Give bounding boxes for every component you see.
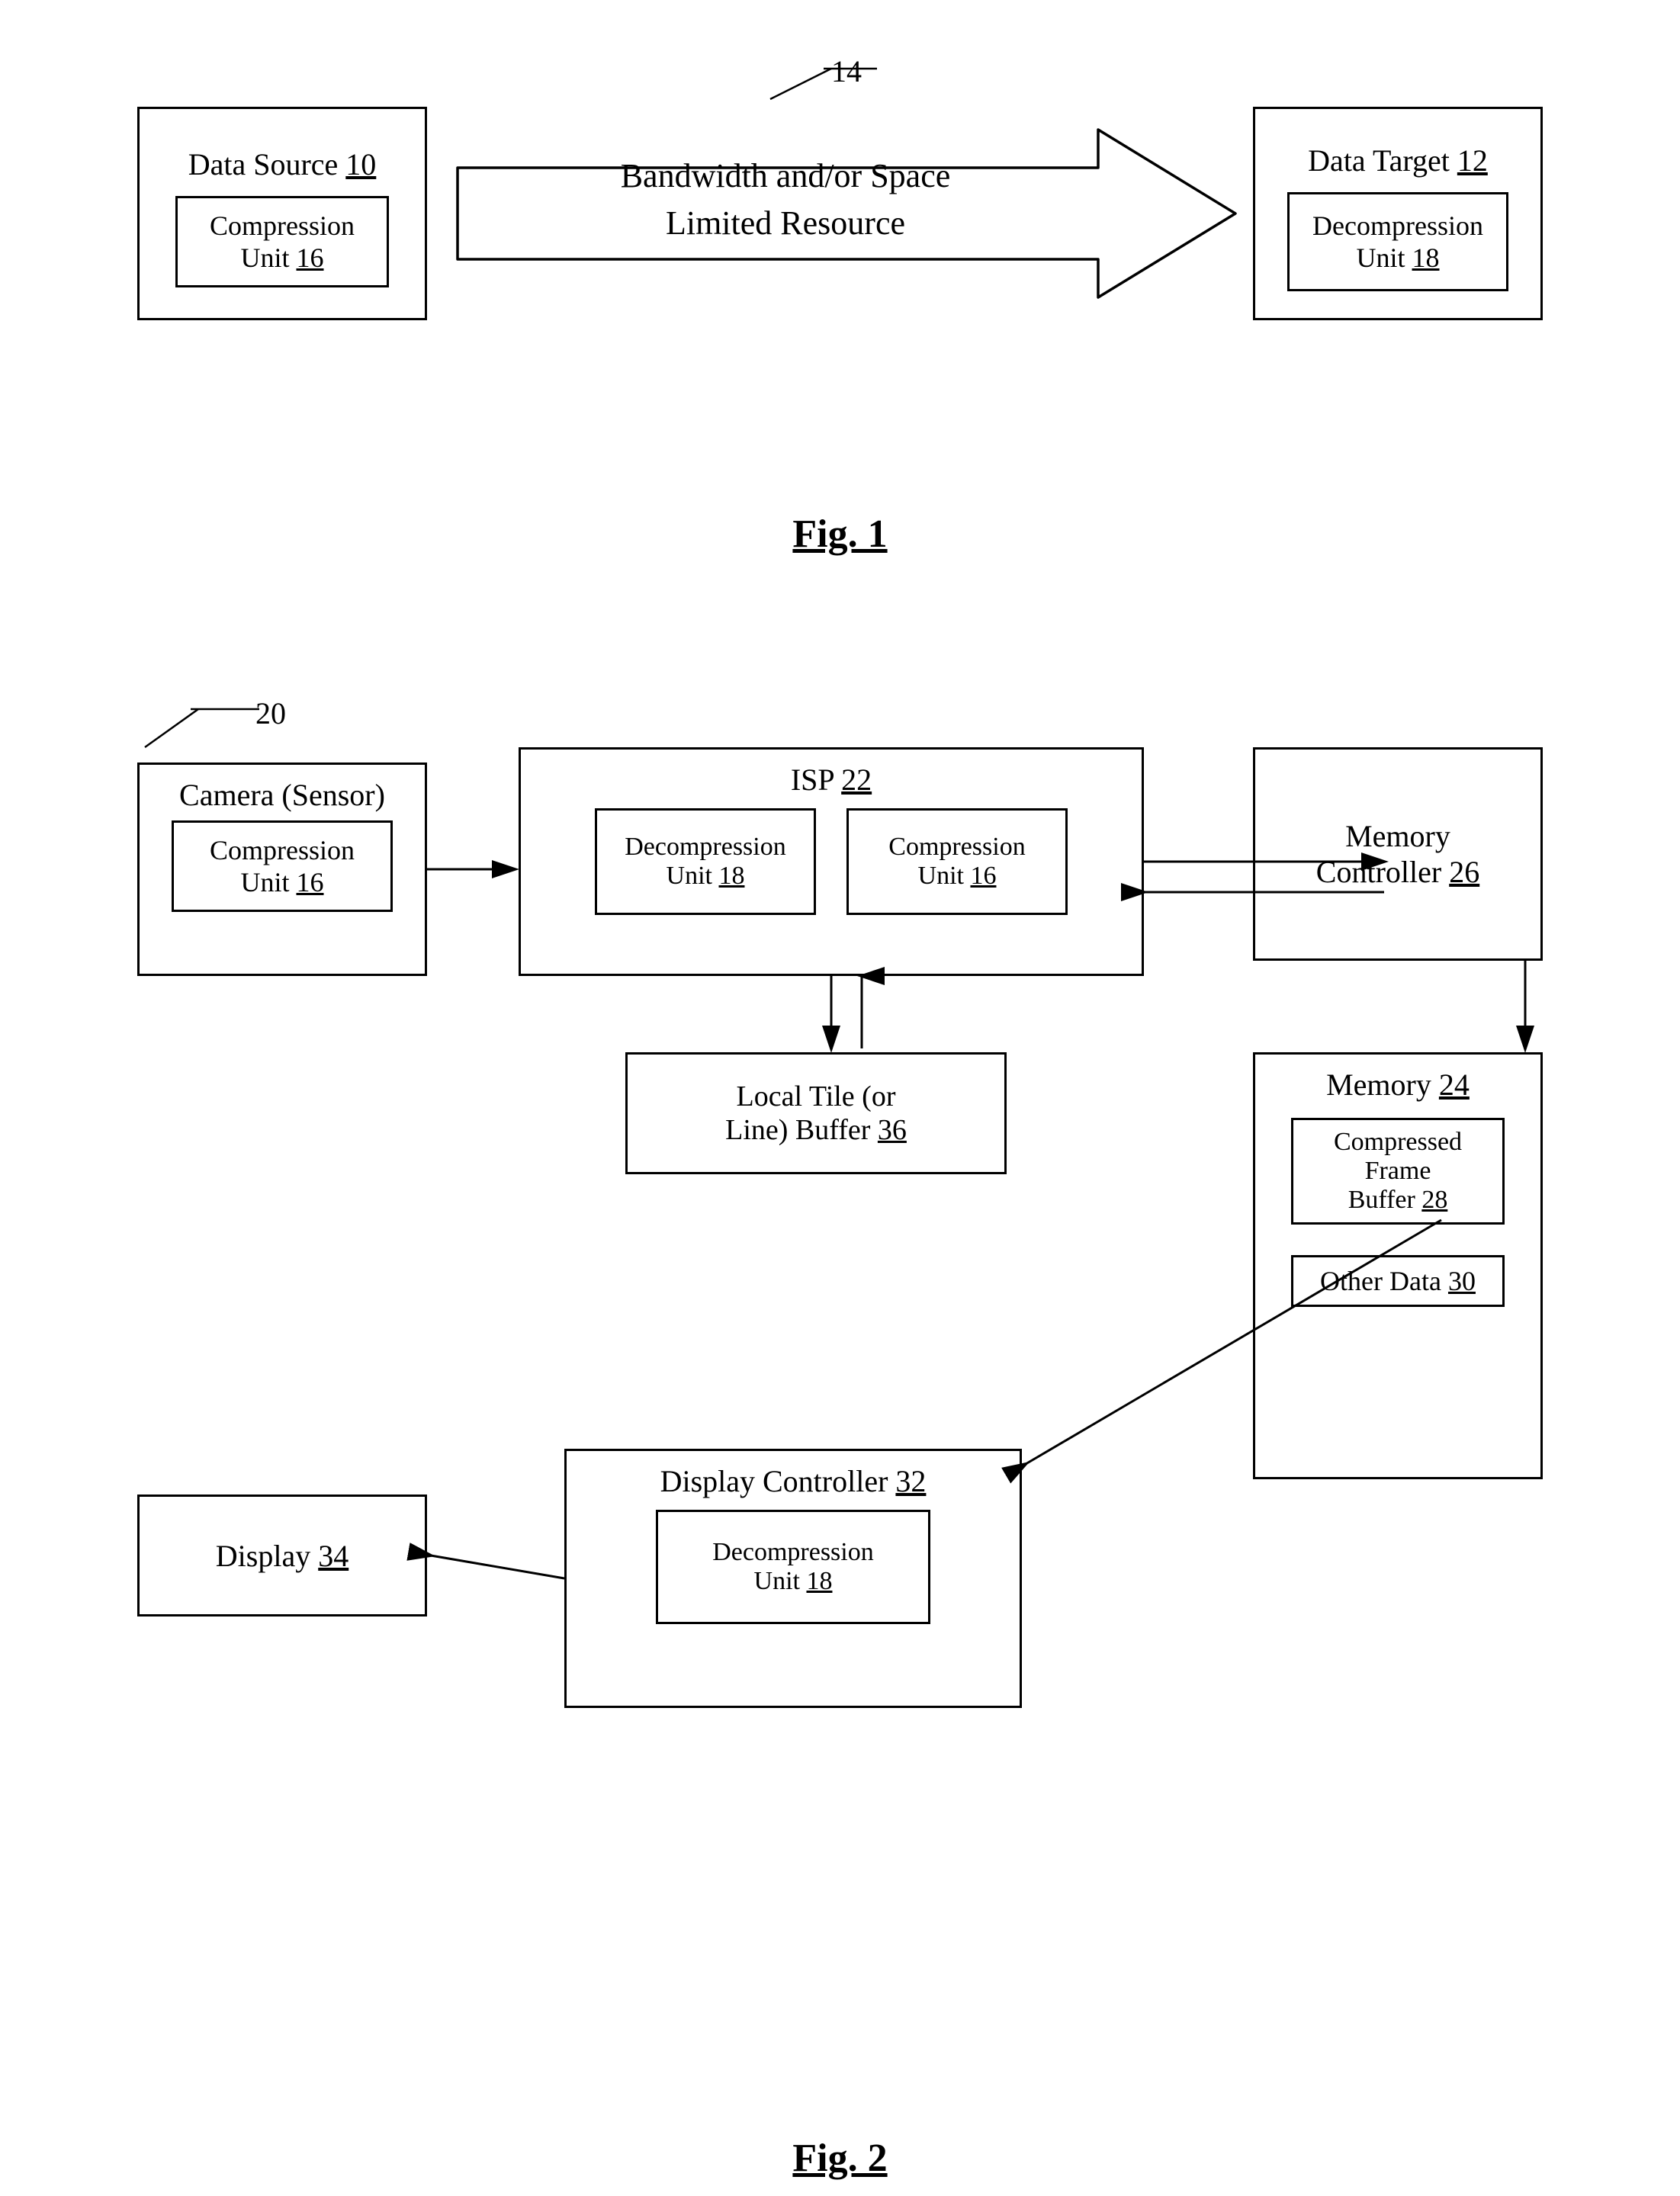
fig2-isp-box: ISP 22 DecompressionUnit 18 CompressionU…	[519, 747, 1144, 976]
fig1-diagram: 14 Data Source 10 CompressionUnit 16 Ban…	[92, 61, 1588, 534]
fig2-compressed-fb-box: CompressedFrameBuffer 28	[1291, 1118, 1505, 1225]
fig2-isp-title: ISP 22	[533, 762, 1129, 798]
fig1-data-source-title: Data Source 10	[176, 140, 389, 188]
fig1-compression-unit-box: CompressionUnit 16	[175, 196, 389, 287]
fig2-compressed-fb-label: CompressedFrameBuffer 28	[1334, 1128, 1462, 1214]
fig1-bandwidth-arrow: Bandwidth and/or SpaceLimited Resource	[458, 122, 1235, 305]
fig2-other-data-label: Other Data 30	[1320, 1266, 1476, 1296]
fig2-display-label: Display 34	[216, 1538, 349, 1574]
fig2-diagram: 20 Camera (Sensor) CompressionUnit 16 IS…	[92, 686, 1588, 2135]
fig2-memory-controller-box: MemoryController 26	[1253, 747, 1543, 961]
fig2-memory-title: Memory 24	[1267, 1067, 1528, 1103]
fig2-isp-decomp-label: DecompressionUnit 18	[625, 833, 786, 891]
fig2-isp-comp-box: CompressionUnit 16	[846, 808, 1068, 915]
fig1-data-source-box: Data Source 10 CompressionUnit 16	[137, 107, 427, 320]
fig1-compression-unit-label: CompressionUnit 16	[201, 205, 364, 278]
fig2-isp-comp-label: CompressionUnit 16	[888, 833, 1025, 891]
fig2-local-tile-box: Local Tile (orLine) Buffer 36	[625, 1052, 1007, 1174]
fig1-ref-number: 14	[831, 53, 862, 89]
fig2-memory-controller-label: MemoryController 26	[1316, 818, 1479, 890]
fig1-decompression-unit-box: DecompressionUnit 18	[1287, 192, 1508, 291]
fig2-local-tile-label: Local Tile (orLine) Buffer 36	[725, 1080, 907, 1147]
fig1-data-target-box: Data Target 12 DecompressionUnit 18	[1253, 107, 1543, 320]
fig2-camera-title: Camera (Sensor)	[152, 777, 413, 813]
fig2-camera-compression-box: CompressionUnit 16	[172, 820, 393, 912]
fig1-data-target-title: Data Target 12	[1296, 136, 1500, 185]
fig2-isp-inner: DecompressionUnit 18 CompressionUnit 16	[595, 808, 1068, 915]
fig1-caption: Fig. 1	[92, 512, 1588, 557]
fig2-displayctrl-decomp-label: DecompressionUnit 18	[712, 1538, 874, 1596]
fig2-label: Fig. 2	[792, 2137, 887, 2180]
fig1-ref-label: 14	[724, 61, 877, 111]
fig2-display-controller-title: Display Controller 32	[579, 1463, 1007, 1499]
fig2-memory-box: Memory 24 CompressedFrameBuffer 28 Other…	[1253, 1052, 1543, 1479]
fig2-other-data-box: Other Data 30	[1291, 1255, 1505, 1307]
fig1-decompression-unit-label: DecompressionUnit 18	[1303, 205, 1492, 278]
fig2-displayctrl-decomp-box: DecompressionUnit 18	[656, 1510, 930, 1624]
fig1-label: Fig. 1	[792, 512, 887, 556]
fig2-ref-number: 20	[255, 695, 286, 731]
fig2-camera-compression-label: CompressionUnit 16	[210, 834, 355, 898]
fig2-display-controller-box: Display Controller 32 DecompressionUnit …	[564, 1449, 1022, 1708]
fig2-caption: Fig. 2	[92, 2136, 1588, 2181]
fig2-isp-decomp-box: DecompressionUnit 18	[595, 808, 816, 915]
fig2-camera-box: Camera (Sensor) CompressionUnit 16	[137, 762, 427, 976]
fig2-display-box: Display 34	[137, 1494, 427, 1616]
fig1-bandwidth-label: Bandwidth and/or SpaceLimited Resource	[503, 152, 1068, 246]
